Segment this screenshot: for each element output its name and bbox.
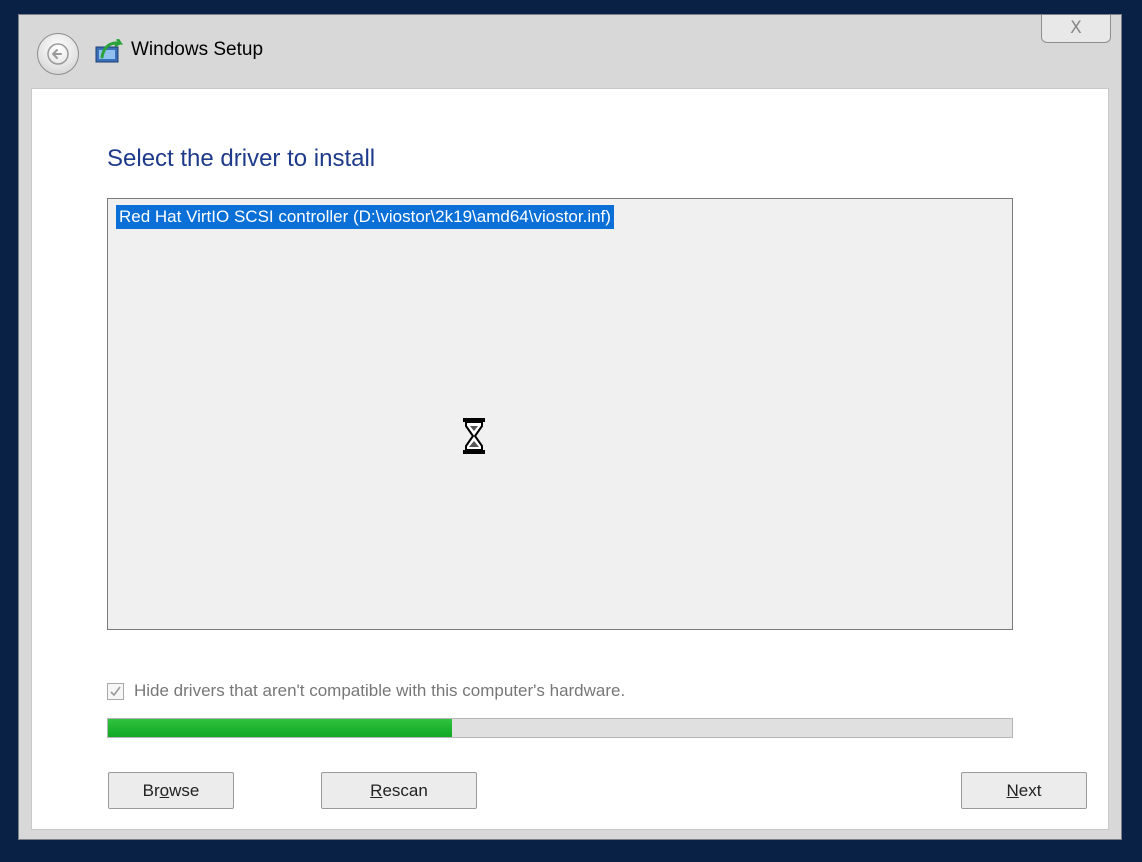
close-icon: X — [1070, 18, 1082, 38]
driver-list-item[interactable]: Red Hat VirtIO SCSI controller (D:\viost… — [116, 205, 614, 229]
back-button[interactable] — [37, 33, 79, 75]
setup-window: Windows Setup X Select the driver to ins… — [18, 14, 1122, 840]
checkmark-icon — [110, 686, 121, 697]
windows-setup-icon — [95, 39, 124, 63]
title-bar: Windows Setup X — [19, 15, 1121, 89]
rescan-button[interactable]: Rescan — [321, 772, 477, 809]
back-arrow-icon — [47, 43, 69, 65]
driver-list[interactable]: Red Hat VirtIO SCSI controller (D:\viost… — [107, 198, 1013, 630]
window-title: Windows Setup — [131, 39, 264, 60]
page-heading: Select the driver to install — [107, 145, 376, 172]
browse-button[interactable]: Browse — [108, 772, 234, 809]
next-button[interactable]: Next — [961, 772, 1087, 809]
hourglass-icon — [463, 418, 485, 454]
close-button[interactable]: X — [1041, 15, 1111, 43]
hide-incompatible-label: Hide drivers that aren't compatible with… — [134, 681, 626, 700]
progress-bar-fill — [108, 719, 452, 737]
progress-bar — [107, 718, 1013, 738]
content-panel: Select the driver to install Red Hat Vir… — [31, 88, 1109, 830]
hide-incompatible-checkbox[interactable] — [107, 683, 124, 700]
